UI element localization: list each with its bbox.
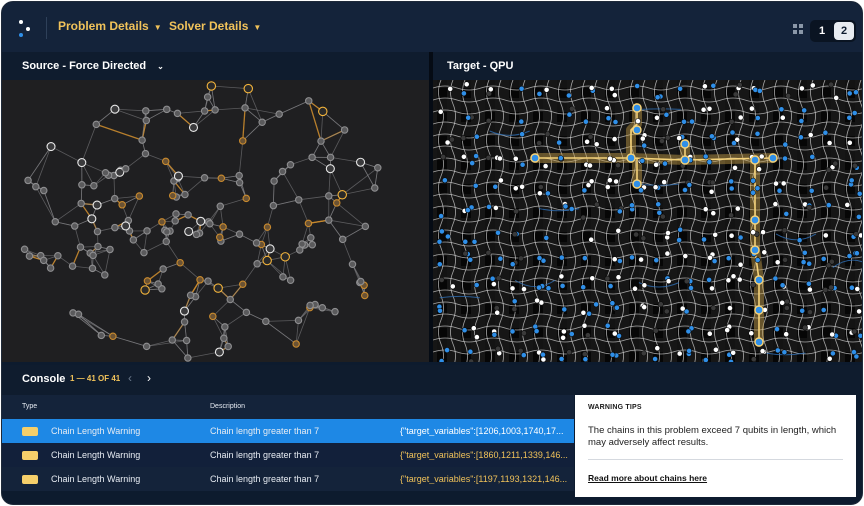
force-directed-graph[interactable] xyxy=(2,80,429,362)
solver-details-label: Solver Details xyxy=(169,19,249,33)
layout-grid-icon[interactable] xyxy=(793,24,803,34)
app-window: Problem Details ▼ Solver Details ▼ 1 2 Sou… xyxy=(1,1,863,505)
row-details: {"target_variables":[1206,1003,1740,17..… xyxy=(400,426,564,436)
table-row[interactable]: Chain Length Warning Chain length greate… xyxy=(2,443,574,467)
console-title: Console xyxy=(22,373,66,385)
warning-tips-panel: WARNING TIPS The chains in this problem … xyxy=(575,395,856,497)
row-description: Chain length greater than 7 xyxy=(210,426,320,436)
row-type: Chain Length Warning xyxy=(51,450,141,460)
tips-title: WARNING TIPS xyxy=(588,404,642,411)
column-type[interactable]: Type xyxy=(22,403,37,410)
warning-swatch-icon xyxy=(22,475,38,484)
table-row[interactable]: Chain Length Warning Chain length greate… xyxy=(2,467,574,491)
chevron-left-icon[interactable]: ‹ xyxy=(128,371,132,385)
row-type: Chain Length Warning xyxy=(51,426,141,436)
row-description: Chain length greater than 7 xyxy=(210,474,320,484)
chevron-down-icon: ▼ xyxy=(153,23,162,32)
table-row[interactable]: Chain Length Warning Chain length greate… xyxy=(2,419,574,443)
row-type: Chain Length Warning xyxy=(51,474,141,484)
console-count: 1 — 41 OF 41 xyxy=(70,374,121,383)
warning-swatch-icon xyxy=(22,451,38,460)
column-description[interactable]: Description xyxy=(210,403,245,410)
page-1-button[interactable]: 1 xyxy=(812,22,832,40)
console-bar: Console 1 — 41 OF 41 ‹ › xyxy=(2,365,862,395)
qpu-lattice-graph[interactable] xyxy=(433,80,862,362)
row-details: {"target_variables":[1197,1193,1321,146.… xyxy=(400,474,568,484)
warning-swatch-icon xyxy=(22,427,38,436)
source-pane-header: Source - Force Directed ⌄ xyxy=(2,52,429,80)
app-logo-icon xyxy=(19,20,30,37)
target-pane-header: Target - QPU xyxy=(433,52,862,80)
source-pane-title: Source - Force Directed xyxy=(22,60,147,72)
row-description: Chain length greater than 7 xyxy=(210,450,320,460)
chevron-down-icon[interactable]: ⌄ xyxy=(157,62,164,71)
top-bar: Problem Details ▼ Solver Details ▼ 1 2 xyxy=(2,2,862,52)
source-graph-pane[interactable] xyxy=(2,80,429,362)
console-table-header: Type Description xyxy=(2,395,574,419)
chevron-down-icon: ▼ xyxy=(253,23,262,32)
tips-divider xyxy=(588,459,843,460)
chevron-right-icon[interactable]: › xyxy=(147,371,151,385)
row-details: {"target_variables":[1860,1211,1339,146.… xyxy=(400,450,568,460)
page-2-button[interactable]: 2 xyxy=(834,22,854,40)
page-switcher: 1 2 xyxy=(810,20,856,42)
read-more-link[interactable]: Read more about chains here xyxy=(588,473,707,483)
divider xyxy=(46,17,47,39)
target-pane-title: Target - QPU xyxy=(447,60,514,72)
problem-details-menu[interactable]: Problem Details ▼ xyxy=(58,19,162,33)
target-qpu-pane[interactable] xyxy=(433,80,862,362)
solver-details-menu[interactable]: Solver Details ▼ xyxy=(169,19,261,33)
tips-body: The chains in this problem exceed 7 qubi… xyxy=(588,425,837,448)
problem-details-label: Problem Details xyxy=(58,19,149,33)
